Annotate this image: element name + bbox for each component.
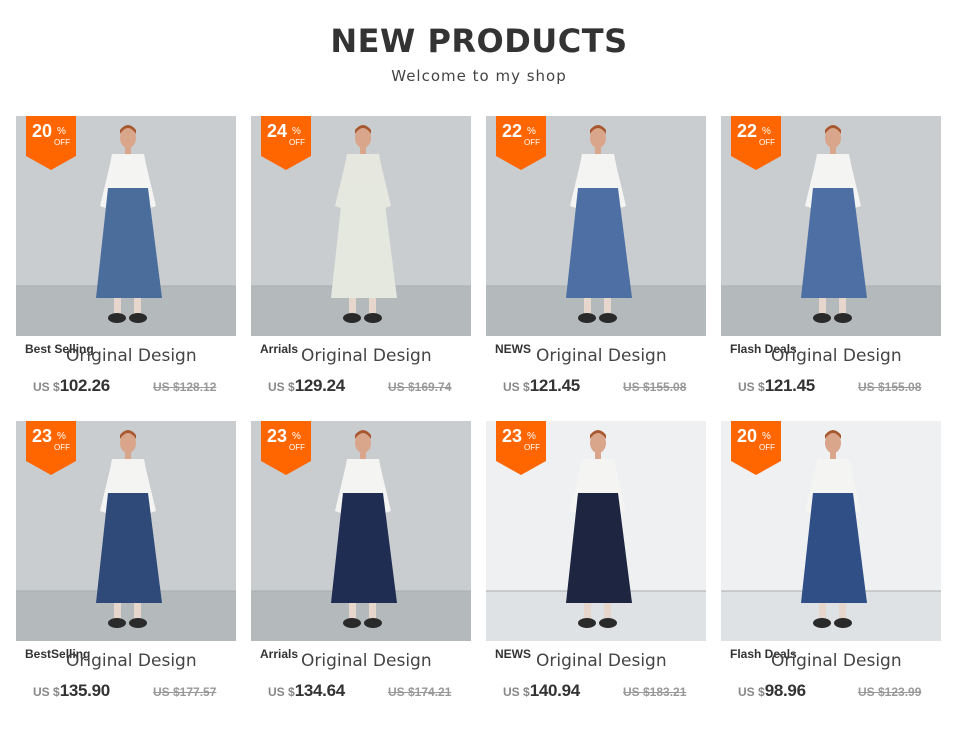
discount-badge: 20% OFF — [731, 421, 781, 475]
product-name[interactable]: Original Design — [301, 651, 432, 671]
discount-badge: 20% OFF — [26, 116, 76, 170]
section-subtitle: Welcome to my shop — [391, 67, 567, 85]
product-image[interactable]: 23% OFF — [16, 421, 236, 641]
product-name[interactable]: Original Design — [66, 651, 197, 671]
percent-sign: % — [292, 431, 301, 442]
product-card[interactable]: 23% OFF NEWS Original Design US $140.94 US $1… — [486, 421, 708, 721]
current-price: US $140.94 — [503, 681, 580, 701]
discount-value: 22 — [502, 121, 523, 141]
product-image[interactable]: 20% OFF — [721, 421, 941, 641]
price-amount: 121.45 — [764, 376, 816, 395]
product-image[interactable]: 22% OFF — [721, 116, 941, 336]
percent-sign: % — [762, 431, 771, 442]
product-tag: NEWS — [495, 647, 531, 661]
off-label: OFF — [759, 138, 775, 147]
percent-sign: % — [527, 431, 536, 442]
off-label: OFF — [54, 138, 70, 147]
original-price: US $183.21 — [623, 685, 687, 699]
percent-sign: % — [292, 126, 301, 137]
product-image[interactable]: 24% OFF — [251, 116, 471, 336]
discount-value: 24 — [267, 121, 288, 141]
price-amount: 129.24 — [294, 376, 346, 395]
discount-value: 20 — [737, 426, 758, 446]
off-label: OFF — [289, 138, 305, 147]
current-price: US $102.26 — [33, 376, 110, 396]
currency-label: US $ — [268, 685, 295, 699]
new-products-section: NEW PRODUCTS Welcome to my shop 20% OFF Be… — [0, 0, 958, 741]
discount-badge: 23% OFF — [26, 421, 76, 475]
price-amount: 121.45 — [529, 376, 581, 395]
product-card[interactable]: 20% OFF Best Selling Original Design US $102… — [16, 116, 238, 416]
off-label: OFF — [524, 443, 540, 452]
currency-label: US $ — [33, 685, 60, 699]
discount-badge: 22% OFF — [496, 116, 546, 170]
price-amount: 98.96 — [764, 681, 806, 700]
discount-value: 23 — [502, 426, 523, 446]
currency-label: US $ — [268, 380, 295, 394]
product-tag: NEWS — [495, 342, 531, 356]
original-price: US $169.74 — [388, 380, 452, 394]
product-image[interactable]: 23% OFF — [251, 421, 471, 641]
percent-sign: % — [762, 126, 771, 137]
discount-value: 23 — [32, 426, 53, 446]
product-name[interactable]: Original Design — [771, 651, 902, 671]
price-amount: 134.64 — [294, 681, 346, 700]
product-card[interactable]: 23% OFF Arrials Original Design US $134.64 US… — [251, 421, 473, 721]
off-label: OFF — [289, 443, 305, 452]
discount-badge: 22% OFF — [731, 116, 781, 170]
product-tag: Arrials — [260, 342, 299, 356]
current-price: US $121.45 — [503, 376, 580, 396]
price-amount: 135.90 — [59, 681, 111, 700]
percent-sign: % — [57, 126, 66, 137]
percent-sign: % — [527, 126, 536, 137]
current-price: US $98.96 — [738, 681, 806, 701]
currency-label: US $ — [738, 685, 765, 699]
discount-value: 22 — [737, 121, 758, 141]
product-name[interactable]: Original Design — [536, 651, 667, 671]
product-image[interactable]: 20% OFF — [16, 116, 236, 336]
product-name[interactable]: Original Design — [301, 346, 432, 366]
product-card[interactable]: 24% OFF Arrials Original Design US $129.24 US… — [251, 116, 473, 416]
discount-badge: 24% OFF — [261, 116, 311, 170]
price-amount: 140.94 — [529, 681, 581, 700]
product-image[interactable]: 22% OFF — [486, 116, 706, 336]
discount-badge: 23% OFF — [261, 421, 311, 475]
original-price: US $128.12 — [153, 380, 217, 394]
section-title: NEW PRODUCTS — [330, 22, 628, 60]
original-price: US $177.57 — [153, 685, 217, 699]
original-price: US $155.08 — [858, 380, 922, 394]
product-card[interactable]: 22% OFF Flash Deals Original Design US $121.… — [721, 116, 943, 416]
product-name[interactable]: Original Design — [771, 346, 902, 366]
product-tag: Arrials — [260, 647, 299, 661]
product-name[interactable]: Original Design — [66, 346, 197, 366]
current-price: US $129.24 — [268, 376, 345, 396]
product-name[interactable]: Original Design — [536, 346, 667, 366]
original-price: US $174.21 — [388, 685, 452, 699]
original-price: US $123.99 — [858, 685, 922, 699]
discount-badge: 23% OFF — [496, 421, 546, 475]
discount-value: 20 — [32, 121, 53, 141]
original-price: US $155.08 — [623, 380, 687, 394]
currency-label: US $ — [33, 380, 60, 394]
off-label: OFF — [759, 443, 775, 452]
current-price: US $135.90 — [33, 681, 110, 701]
off-label: OFF — [524, 138, 540, 147]
currency-label: US $ — [503, 380, 530, 394]
percent-sign: % — [57, 431, 66, 442]
current-price: US $134.64 — [268, 681, 345, 701]
discount-value: 23 — [267, 426, 288, 446]
currency-label: US $ — [738, 380, 765, 394]
product-card[interactable]: 20% OFF Flash Deals Original Design US $98.9… — [721, 421, 943, 721]
currency-label: US $ — [503, 685, 530, 699]
price-amount: 102.26 — [59, 376, 111, 395]
product-card[interactable]: 22% OFF NEWS Original Design US $121.45 US $1… — [486, 116, 708, 416]
product-card[interactable]: 23% OFF BestSelling Original Design US $135.… — [16, 421, 238, 721]
product-image[interactable]: 23% OFF — [486, 421, 706, 641]
current-price: US $121.45 — [738, 376, 815, 396]
off-label: OFF — [54, 443, 70, 452]
